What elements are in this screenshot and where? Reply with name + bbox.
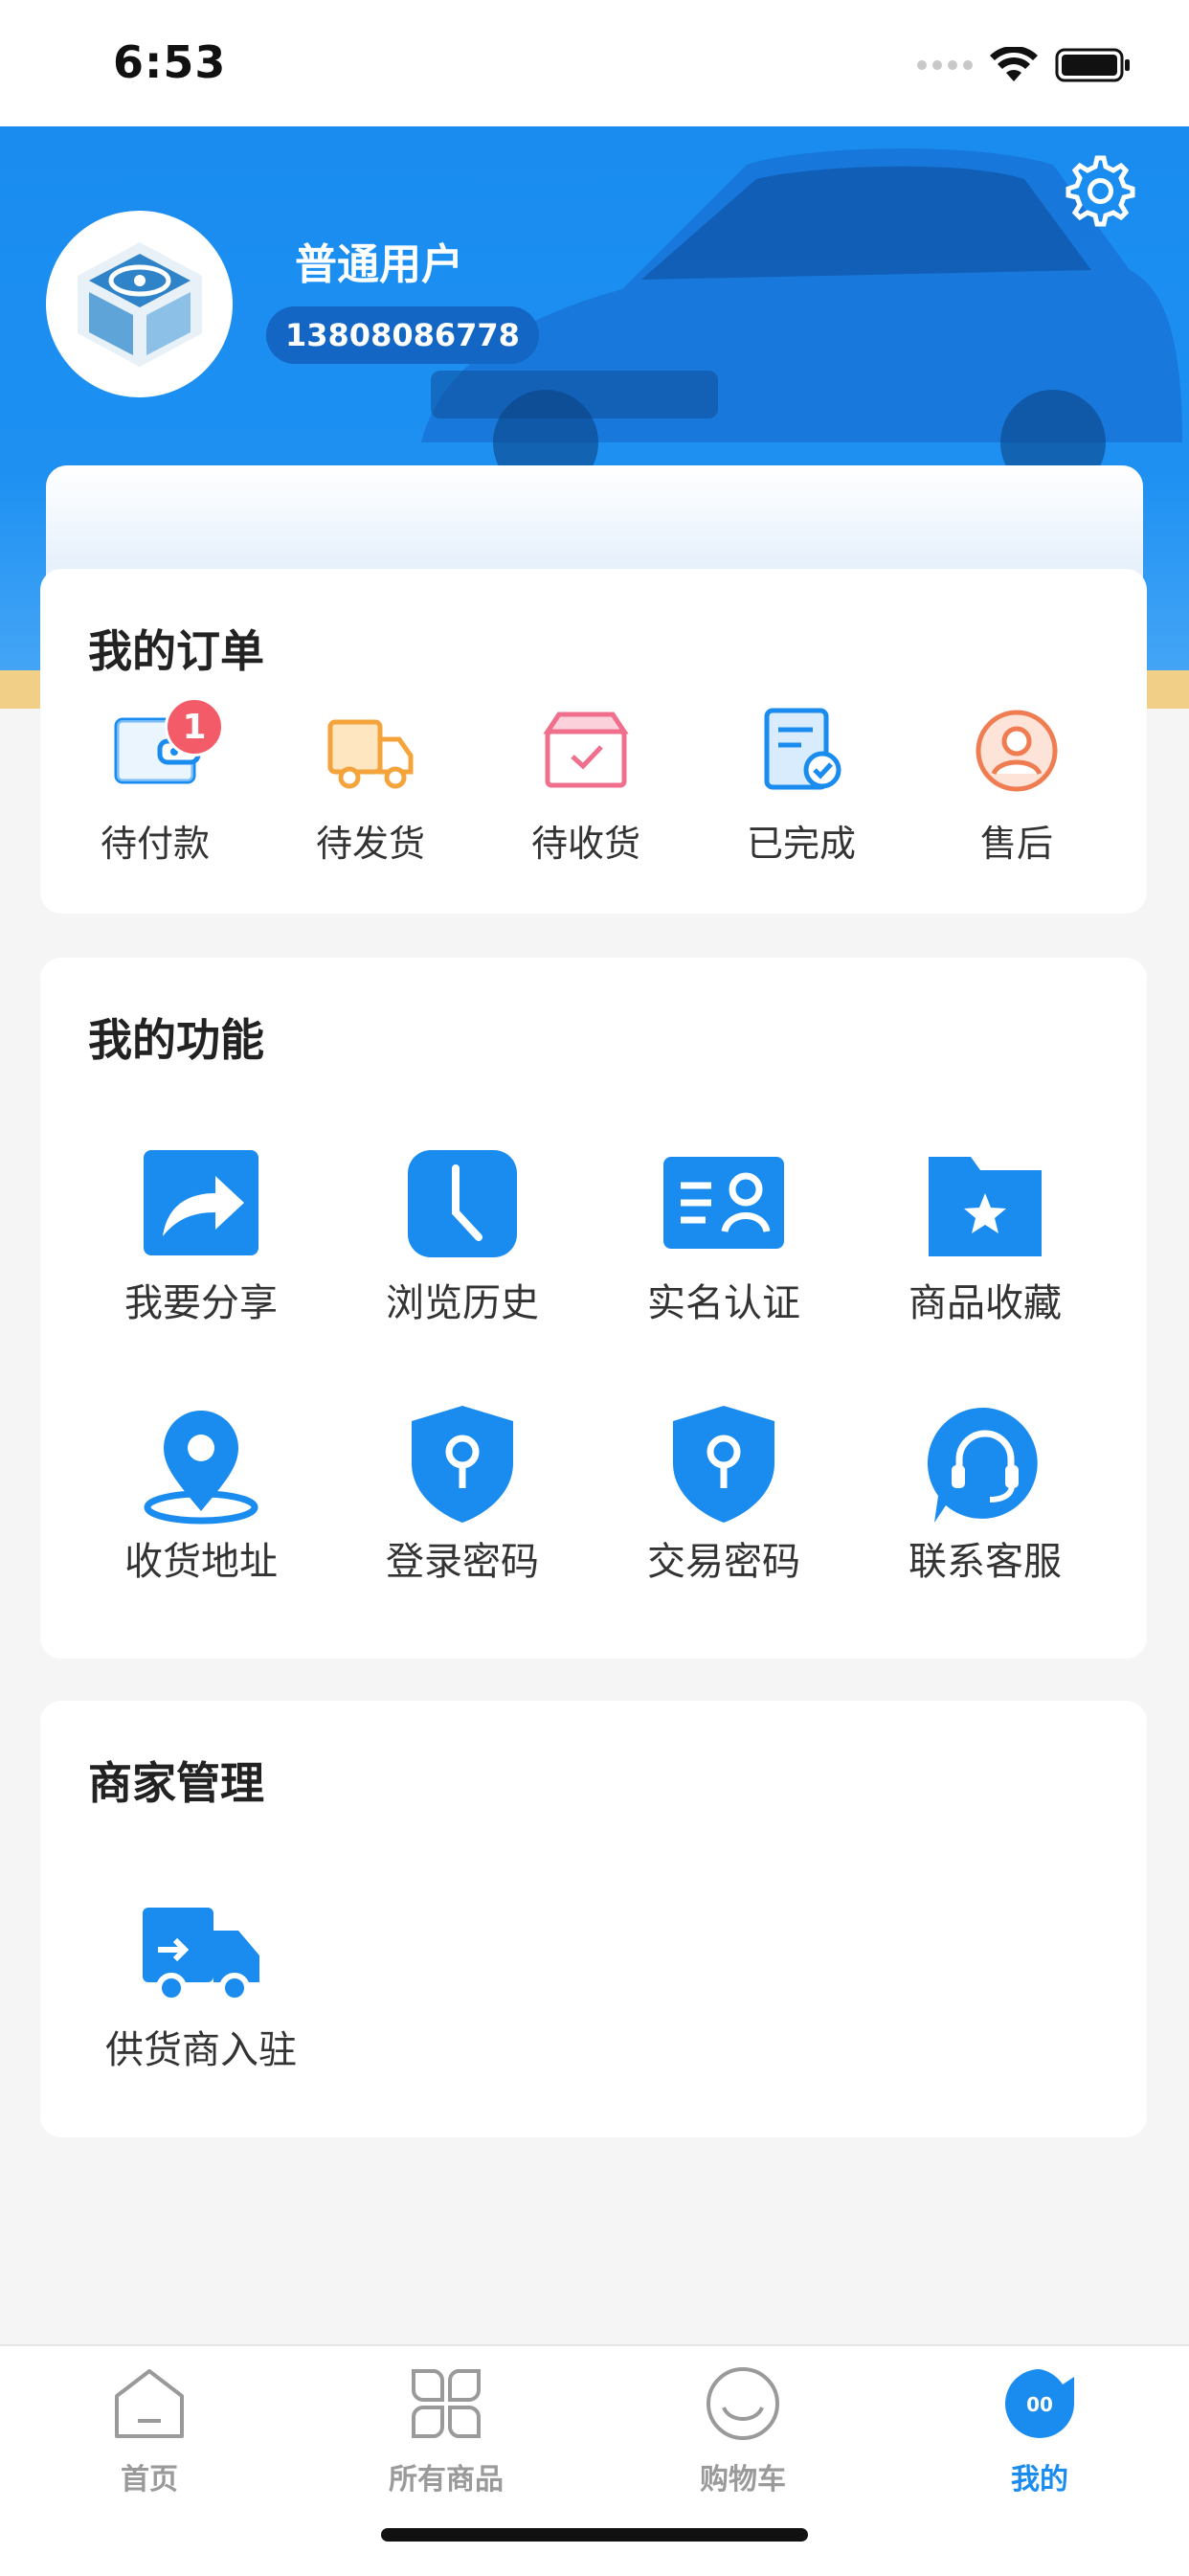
clock-icon <box>408 1150 517 1257</box>
status-time: 6:53 <box>113 36 227 88</box>
order-pending-receipt-label: 待收货 <box>530 823 640 865</box>
id-card-icon <box>663 1157 784 1249</box>
completed-document-icon <box>764 708 841 790</box>
brand-logo-icon <box>77 241 202 367</box>
order-pending-receipt[interactable]: 待收货 <box>490 703 682 866</box>
status-bar: 6:53 <box>0 0 1189 126</box>
tab-mine-label: 我的 <box>1011 2463 1068 2497</box>
home-indicator <box>381 2528 808 2542</box>
func-favorites-label: 商品收藏 <box>909 1281 1062 1325</box>
order-after-sales-label: 售后 <box>979 823 1053 865</box>
func-share-label: 我要分享 <box>124 1281 278 1325</box>
func-customer-service[interactable]: 联系客服 <box>865 1404 1105 1586</box>
func-verification-label: 实名认证 <box>647 1281 800 1325</box>
order-completed[interactable]: 已完成 <box>706 703 897 866</box>
battery-icon <box>1055 48 1130 82</box>
avatar[interactable] <box>46 211 233 397</box>
package-icon <box>543 712 629 788</box>
order-pending-shipment[interactable]: 待发货 <box>275 703 466 866</box>
order-pending-shipment-label: 待发货 <box>315 823 425 865</box>
func-share[interactable]: 我要分享 <box>81 1145 321 1327</box>
tab-home-label: 首页 <box>121 2463 178 2497</box>
func-history-label: 浏览历史 <box>386 1281 539 1325</box>
grid-icon <box>412 2369 481 2438</box>
location-pin-icon <box>144 1411 258 1525</box>
merchant-card: 商家管理 供货商入驻 <box>40 1701 1147 2137</box>
func-address-label: 收货地址 <box>124 1540 278 1584</box>
svg-text:00: 00 <box>1026 2393 1053 2416</box>
home-icon <box>115 2369 184 2438</box>
merchant-supplier-join[interactable]: 供货商入驻 <box>81 1892 321 2074</box>
tab-home[interactable]: 首页 <box>34 2363 264 2507</box>
order-pending-payment-label: 待付款 <box>100 823 210 865</box>
functions-card: 我的功能 我要分享 浏览历史 实名认证 商品收藏 收货地址 登录密码 交易密码 … <box>40 958 1147 1659</box>
func-trade-password[interactable]: 交易密码 <box>604 1404 843 1586</box>
tab-all-products[interactable]: 所有商品 <box>331 2363 561 2507</box>
phone-number: 13808086778 <box>266 306 539 364</box>
func-login-password-label: 登录密码 <box>386 1540 539 1584</box>
tab-mine[interactable]: 00 我的 <box>925 2363 1155 2507</box>
signal-icon <box>917 60 973 70</box>
func-login-password[interactable]: 登录密码 <box>343 1404 582 1586</box>
functions-title: 我的功能 <box>88 1014 264 1066</box>
func-verification[interactable]: 实名认证 <box>604 1145 843 1327</box>
orders-title: 我的订单 <box>88 625 264 677</box>
func-address[interactable]: 收货地址 <box>81 1404 321 1586</box>
status-icons <box>917 42 1132 88</box>
func-trade-password-label: 交易密码 <box>647 1540 800 1584</box>
tab-all-products-label: 所有商品 <box>389 2463 504 2497</box>
tab-cart-label: 购物车 <box>700 2463 786 2497</box>
func-favorites[interactable]: 商品收藏 <box>865 1145 1105 1327</box>
star-folder-icon <box>929 1157 1042 1256</box>
wifi-icon <box>990 47 1038 81</box>
share-icon <box>144 1150 258 1255</box>
merchant-title: 商家管理 <box>88 1757 264 1809</box>
truck-icon <box>327 719 414 789</box>
order-completed-label: 已完成 <box>746 823 856 865</box>
delivery-truck-icon <box>143 1908 259 2003</box>
settings-gear-icon[interactable] <box>1063 153 1139 230</box>
shield-key-icon <box>673 1406 774 1523</box>
tab-cart[interactable]: 购物车 <box>628 2363 858 2507</box>
order-after-sales[interactable]: 售后 <box>921 703 1112 866</box>
cart-icon <box>707 2367 779 2440</box>
username: 普通用户 <box>295 240 463 289</box>
profile-icon: 00 <box>1005 2369 1074 2438</box>
merchant-supplier-join-label: 供货商入驻 <box>105 2028 297 2072</box>
func-customer-service-label: 联系客服 <box>909 1540 1062 1584</box>
func-history[interactable]: 浏览历史 <box>343 1145 582 1327</box>
headset-icon <box>927 1407 1038 1523</box>
after-sales-icon <box>976 710 1058 792</box>
pending-payment-badge: 1 <box>165 697 224 757</box>
shield-key-icon <box>412 1406 513 1523</box>
